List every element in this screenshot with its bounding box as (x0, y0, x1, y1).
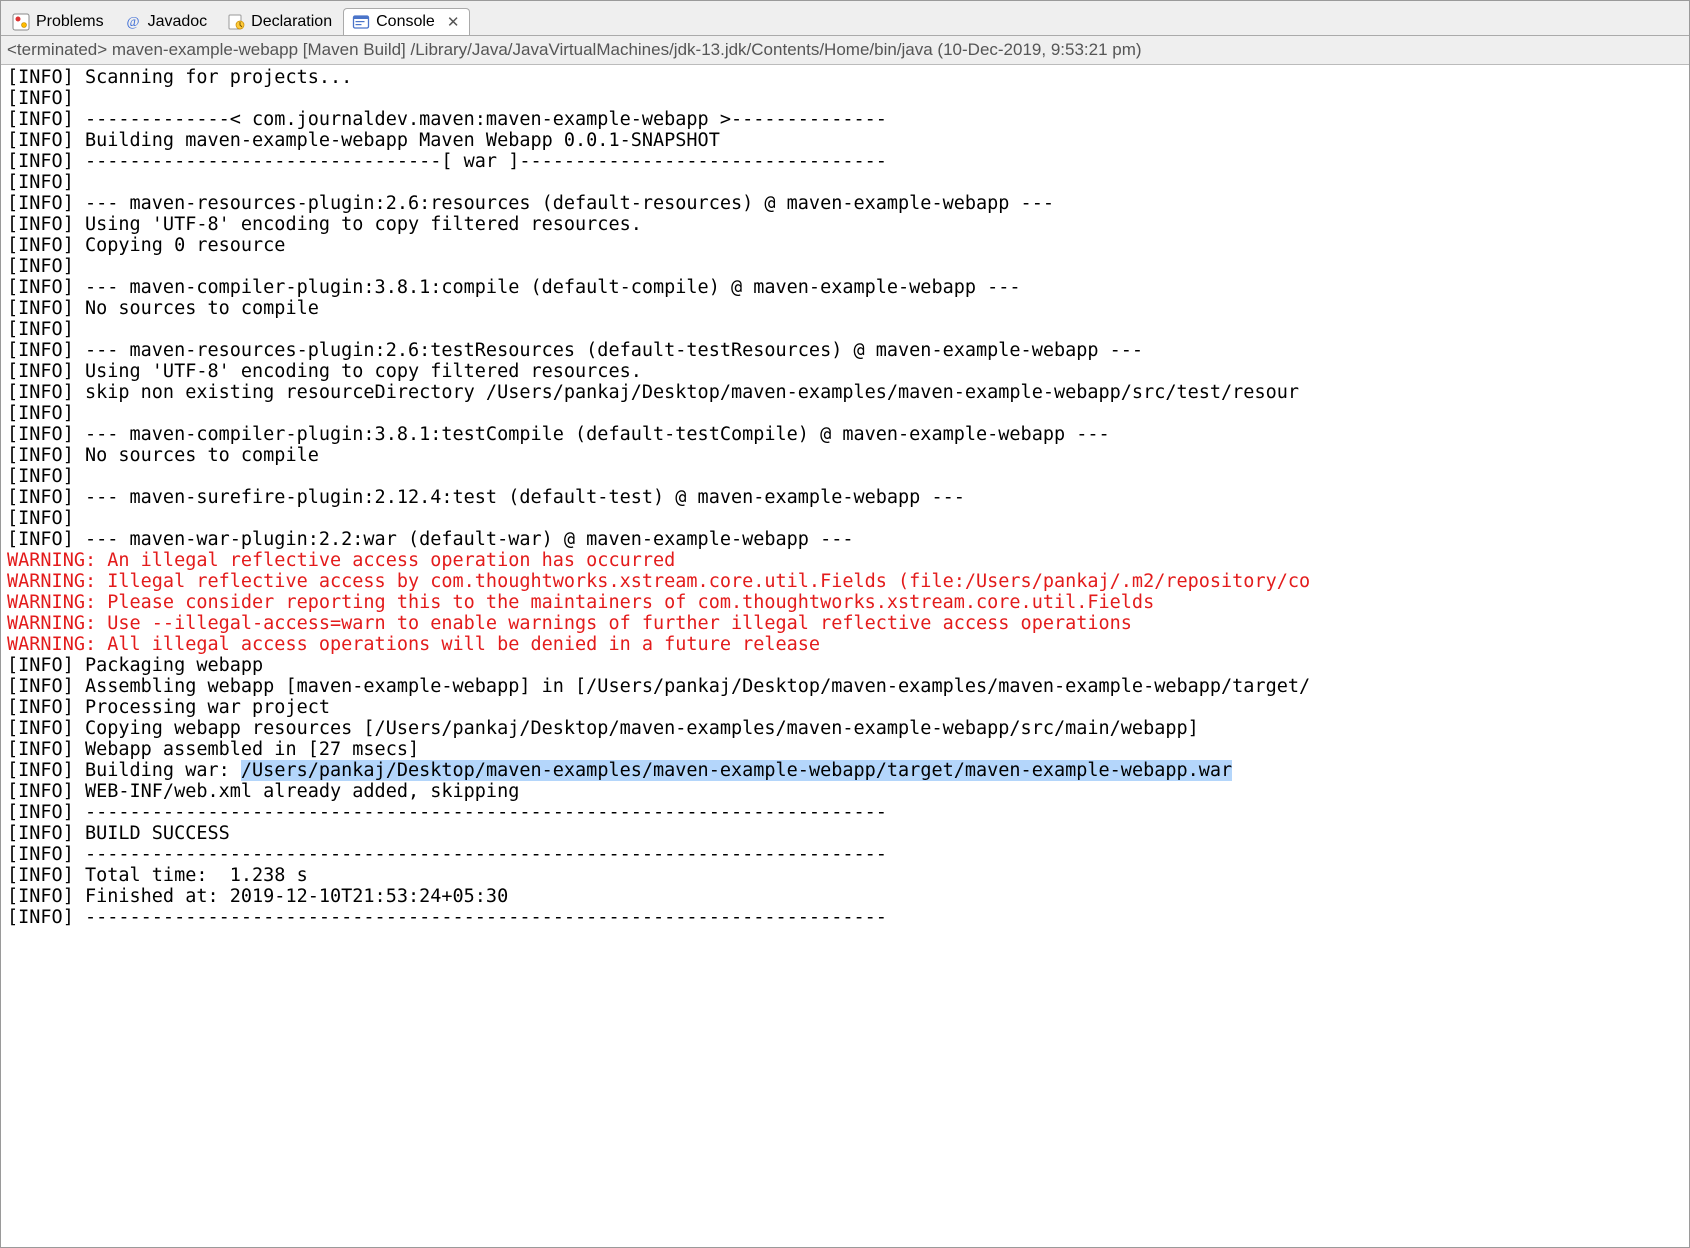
log-line: [INFO] (7, 256, 85, 277)
log-line: [INFO] No sources to compile (7, 445, 319, 466)
log-line: [INFO] ---------------------------------… (7, 844, 887, 865)
log-line: [INFO] BUILD SUCCESS (7, 823, 230, 844)
declaration-icon (227, 13, 245, 31)
process-info-bar: <terminated> maven-example-webapp [Maven… (1, 36, 1689, 65)
log-line: [INFO] (7, 466, 85, 487)
log-line: [INFO] Building war: /Users/pankaj/Deskt… (7, 760, 1232, 781)
log-line: [INFO] No sources to compile (7, 298, 319, 319)
log-line: [INFO] Copying webapp resources [/Users/… (7, 718, 1199, 739)
log-line: [INFO] (7, 319, 85, 340)
tab-label: Problems (36, 13, 104, 31)
tab-console[interactable]: Console ✕ (343, 8, 470, 35)
log-line: [INFO] Copying 0 resource (7, 235, 285, 256)
console-icon (352, 13, 370, 31)
log-line: [INFO] skip non existing resourceDirecto… (7, 382, 1299, 403)
tab-label: Javadoc (148, 13, 208, 31)
log-line: [INFO] Packaging webapp (7, 655, 263, 676)
log-line: [INFO] WEB-INF/web.xml already added, sk… (7, 781, 519, 802)
log-line: [INFO] Using 'UTF-8' encoding to copy fi… (7, 361, 642, 382)
log-line: [INFO] (7, 88, 85, 109)
eclipse-view-frame: Problems @ Javadoc Declaration Console ✕… (0, 0, 1690, 1248)
tab-javadoc[interactable]: @ Javadoc (115, 8, 219, 35)
view-tab-bar: Problems @ Javadoc Declaration Console ✕ (1, 1, 1689, 36)
log-line: [INFO] --- maven-compiler-plugin:3.8.1:t… (7, 424, 1110, 445)
log-line: [INFO] --- maven-compiler-plugin:3.8.1:c… (7, 277, 1021, 298)
log-text: [INFO] Building war: (7, 760, 241, 781)
log-line: [INFO] --- maven-resources-plugin:2.6:te… (7, 340, 1143, 361)
log-line: [INFO] --- maven-resources-plugin:2.6:re… (7, 193, 1054, 214)
warning-line: WARNING: Use --illegal-access=warn to en… (7, 613, 1132, 634)
log-line: [INFO] -------------< com.journaldev.mav… (7, 109, 887, 130)
warning-line: WARNING: Illegal reflective access by co… (7, 571, 1310, 592)
log-line: [INFO] Finished at: 2019-12-10T21:53:24+… (7, 886, 508, 907)
close-tab-icon[interactable]: ✕ (447, 13, 460, 31)
log-line: [INFO] Webapp assembled in [27 msecs] (7, 739, 419, 760)
log-line: [INFO] Scanning for projects... (7, 67, 352, 88)
log-line: [INFO] --- maven-surefire-plugin:2.12.4:… (7, 487, 965, 508)
problems-icon (12, 13, 30, 31)
tab-label: Declaration (251, 13, 332, 31)
warning-line: WARNING: All illegal access operations w… (7, 634, 820, 655)
javadoc-icon: @ (124, 13, 142, 31)
log-line: [INFO] Using 'UTF-8' encoding to copy fi… (7, 214, 642, 235)
selected-text: /Users/pankaj/Desktop/maven-examples/mav… (241, 760, 1232, 781)
tab-declaration[interactable]: Declaration (218, 8, 343, 35)
warning-line: WARNING: An illegal reflective access op… (7, 550, 675, 571)
log-line: [INFO] ---------------------------------… (7, 802, 887, 823)
log-line: [INFO] (7, 172, 85, 193)
log-line: [INFO] Building maven-example-webapp Mav… (7, 130, 720, 151)
log-line: [INFO] Assembling webapp [maven-example-… (7, 676, 1310, 697)
log-line: [INFO] (7, 508, 85, 529)
log-line: [INFO] (7, 403, 85, 424)
warning-line: WARNING: Please consider reporting this … (7, 592, 1154, 613)
log-line: [INFO] Total time: 1.238 s (7, 865, 308, 886)
svg-text:@: @ (126, 15, 139, 30)
console-output[interactable]: [INFO] Scanning for projects... [INFO] [… (1, 65, 1689, 1247)
log-line: [INFO] --- maven-war-plugin:2.2:war (def… (7, 529, 853, 550)
tab-problems[interactable]: Problems (3, 8, 115, 35)
tab-label: Console (376, 13, 435, 31)
log-line: [INFO] ---------------------------------… (7, 907, 887, 928)
log-line: [INFO] Processing war project (7, 697, 330, 718)
log-line: [INFO] --------------------------------[… (7, 151, 887, 172)
